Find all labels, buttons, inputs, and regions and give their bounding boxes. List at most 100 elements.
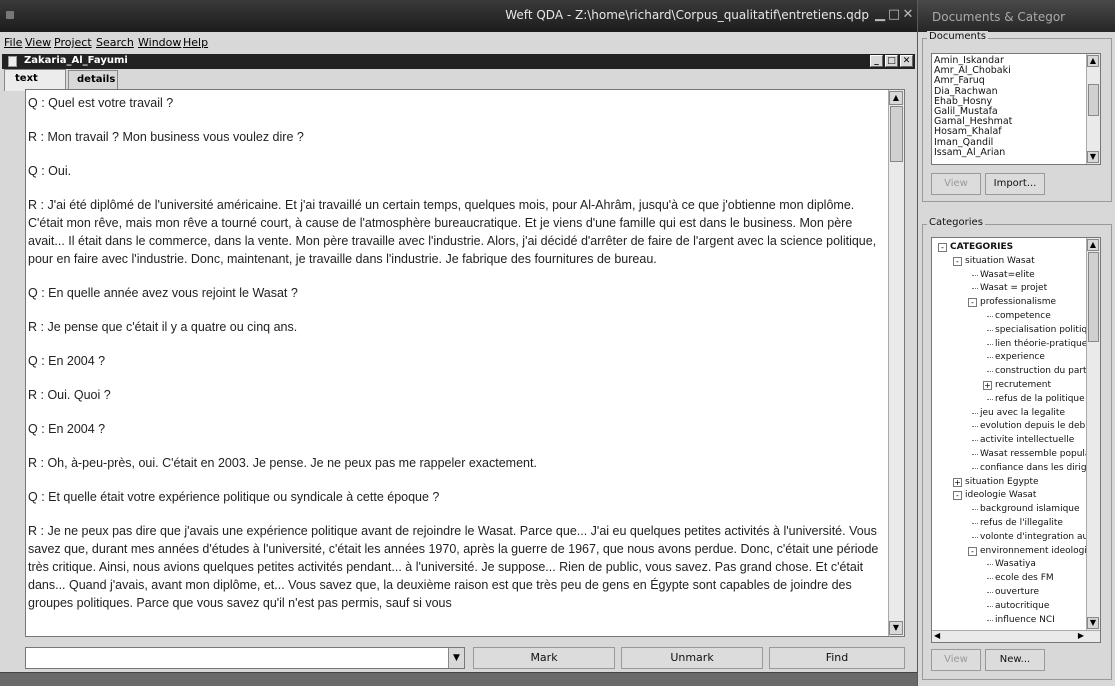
- collapse-toggle-icon[interactable]: -: [938, 243, 947, 252]
- tree-item[interactable]: confiance dans les dirigea: [980, 463, 1088, 474]
- view-document-button[interactable]: View: [931, 173, 981, 195]
- tree-item[interactable]: Wasat=elite: [980, 270, 1035, 281]
- documents-list[interactable]: Amin_Iskandar Amr_Al_Chobaki Amr_Faruq D…: [931, 53, 1101, 165]
- expand-toggle-icon[interactable]: +: [983, 381, 992, 390]
- scroll-down-icon[interactable]: ▼: [1087, 151, 1099, 163]
- tree-item[interactable]: construction du parti: [995, 366, 1088, 377]
- tree-connector: [972, 426, 978, 428]
- scroll-right-icon[interactable]: ▶: [1078, 631, 1084, 640]
- tree-item[interactable]: competence: [995, 311, 1051, 322]
- menubar: File View Project Search Window Help: [0, 32, 917, 52]
- collapse-toggle-icon[interactable]: -: [953, 491, 962, 501]
- expand-toggle-icon[interactable]: +: [953, 477, 962, 487]
- menu-file[interactable]: File: [4, 36, 22, 49]
- text-vertical-scrollbar[interactable]: ▲ ▼: [888, 90, 904, 636]
- documents-scrollbar[interactable]: ▲ ▼: [1086, 54, 1100, 164]
- scroll-down-icon[interactable]: ▼: [889, 621, 903, 635]
- tree-item[interactable]: evolution depuis le debut: [980, 421, 1088, 432]
- tree-connector: [987, 316, 993, 317]
- tree-item[interactable]: professionalisme: [980, 297, 1056, 308]
- scroll-down-icon[interactable]: ▼: [1087, 617, 1099, 629]
- categories-horizontal-scrollbar[interactable]: ◀ ▶: [932, 630, 1100, 642]
- scroll-up-icon[interactable]: ▲: [1087, 239, 1099, 251]
- documents-categories-panel: Documents & Categor Documents Amin_Iskan…: [918, 0, 1115, 686]
- close-icon[interactable]: ✕: [901, 8, 915, 22]
- tree-connector: [987, 371, 993, 373]
- tree-item[interactable]: influence NCI: [995, 615, 1055, 626]
- tree-connector: [972, 412, 978, 414]
- tree-item[interactable]: recrutement: [995, 380, 1051, 391]
- document-text[interactable]: Q : Quel est votre travail ? R : Mon tra…: [28, 94, 888, 628]
- categories-scrollbar[interactable]: ▲ ▼: [1086, 238, 1100, 630]
- scroll-thumb[interactable]: [890, 106, 903, 162]
- tree-item[interactable]: background islamique: [980, 504, 1080, 515]
- tree-item[interactable]: CATEGORIES: [950, 242, 1013, 253]
- panel-titlebar[interactable]: Documents & Categor: [918, 0, 1115, 32]
- collapse-toggle-icon[interactable]: -: [968, 298, 977, 308]
- scroll-left-icon[interactable]: ◀: [934, 631, 940, 640]
- tree-item[interactable]: lien théorie-pratique: [995, 339, 1087, 350]
- tree-item[interactable]: situation Wasat: [965, 256, 1035, 267]
- tree-item[interactable]: refus de l'illegalite: [980, 518, 1063, 529]
- mark-button[interactable]: Mark: [473, 647, 615, 669]
- new-category-button[interactable]: New...: [985, 649, 1045, 671]
- tree-connector: [972, 454, 978, 455]
- tree-item[interactable]: autocritique: [995, 601, 1049, 612]
- tree-item[interactable]: specialisation politique: [995, 325, 1088, 336]
- tree-item[interactable]: activite intellectuelle: [980, 435, 1074, 446]
- collapse-toggle-icon[interactable]: -: [953, 256, 962, 266]
- text-paragraph: Q : En quelle année avez vous rejoint le…: [28, 286, 298, 300]
- menu-window[interactable]: Window: [138, 36, 181, 49]
- text-paragraph: R : Oui. Quoi ?: [28, 388, 111, 402]
- documents-label: Documents: [927, 31, 989, 42]
- tree-item[interactable]: ouverture: [995, 587, 1039, 598]
- unmark-button[interactable]: Unmark: [621, 647, 763, 669]
- scroll-thumb[interactable]: [1088, 252, 1099, 342]
- menu-view[interactable]: View: [25, 36, 51, 49]
- menu-help[interactable]: Help: [183, 36, 208, 49]
- scroll-thumb[interactable]: [1088, 84, 1099, 116]
- tab-text[interactable]: text: [4, 69, 66, 91]
- tree-item[interactable]: experience: [995, 352, 1045, 363]
- mdi-minimize-icon[interactable]: _: [870, 55, 883, 67]
- document-titlebar[interactable]: Zakaria_Al_Fayumi _ □ ✕: [2, 54, 915, 69]
- tree-connector: [987, 578, 993, 580]
- tab-details[interactable]: details: [68, 70, 118, 90]
- categories-group: Categories - CATEGORIES - situation Wasat Wa…: [922, 217, 1112, 680]
- tree-item[interactable]: Wasat ressemble populat: [980, 449, 1088, 460]
- tree-item[interactable]: situation Egypte: [965, 477, 1039, 488]
- panel-title: Documents & Categor: [932, 10, 1066, 24]
- menu-project[interactable]: Project: [54, 36, 92, 49]
- scroll-up-icon[interactable]: ▲: [889, 91, 903, 105]
- collapse-toggle-icon[interactable]: -: [968, 546, 977, 556]
- tree-item[interactable]: ideologie Wasat: [965, 490, 1036, 501]
- tree-item[interactable]: refus de la politique: [995, 394, 1085, 405]
- categories-label: Categories: [927, 217, 985, 228]
- menu-search[interactable]: Search: [96, 36, 134, 49]
- tree-item[interactable]: environnement ideologiqu: [980, 546, 1088, 557]
- main-titlebar[interactable]: Weft QDA - Z:\home\richard\Corpus_qualit…: [0, 0, 917, 32]
- tree-item[interactable]: Wasat = projet: [980, 283, 1047, 294]
- text-paragraph: Q : En 2004 ?: [28, 422, 106, 436]
- find-button[interactable]: Find: [769, 647, 905, 669]
- category-select[interactable]: ▼: [25, 647, 465, 669]
- document-text-area[interactable]: Q : Quel est votre travail ? R : Mon tra…: [25, 89, 905, 637]
- tree-item[interactable]: volonte d'integration au s: [980, 532, 1088, 543]
- chevron-down-icon[interactable]: ▼: [448, 648, 464, 668]
- tree-item[interactable]: Wasatiya: [995, 559, 1036, 570]
- maximize-icon[interactable]: □: [887, 8, 901, 22]
- mdi-restore-icon[interactable]: □: [885, 55, 898, 67]
- minimize-icon[interactable]: ▁: [873, 8, 887, 22]
- categories-tree[interactable]: - CATEGORIES - situation Wasat Wasat=elite Wa…: [931, 237, 1101, 643]
- tree-item[interactable]: ecole des FM: [995, 573, 1054, 584]
- main-window: Weft QDA - Z:\home\richard\Corpus_qualit…: [0, 0, 917, 686]
- tree-item[interactable]: jeu avec la legalite: [980, 408, 1065, 419]
- tree-connector: [972, 440, 978, 442]
- mdi-close-icon[interactable]: ✕: [900, 55, 913, 67]
- list-item[interactable]: Issam_Al_Arian: [932, 147, 1084, 158]
- view-category-button[interactable]: View: [931, 649, 981, 671]
- import-button[interactable]: Import...: [985, 173, 1045, 195]
- tree-connector: [987, 329, 993, 331]
- scroll-up-icon[interactable]: ▲: [1087, 55, 1099, 67]
- window-menu-icon[interactable]: [6, 11, 14, 19]
